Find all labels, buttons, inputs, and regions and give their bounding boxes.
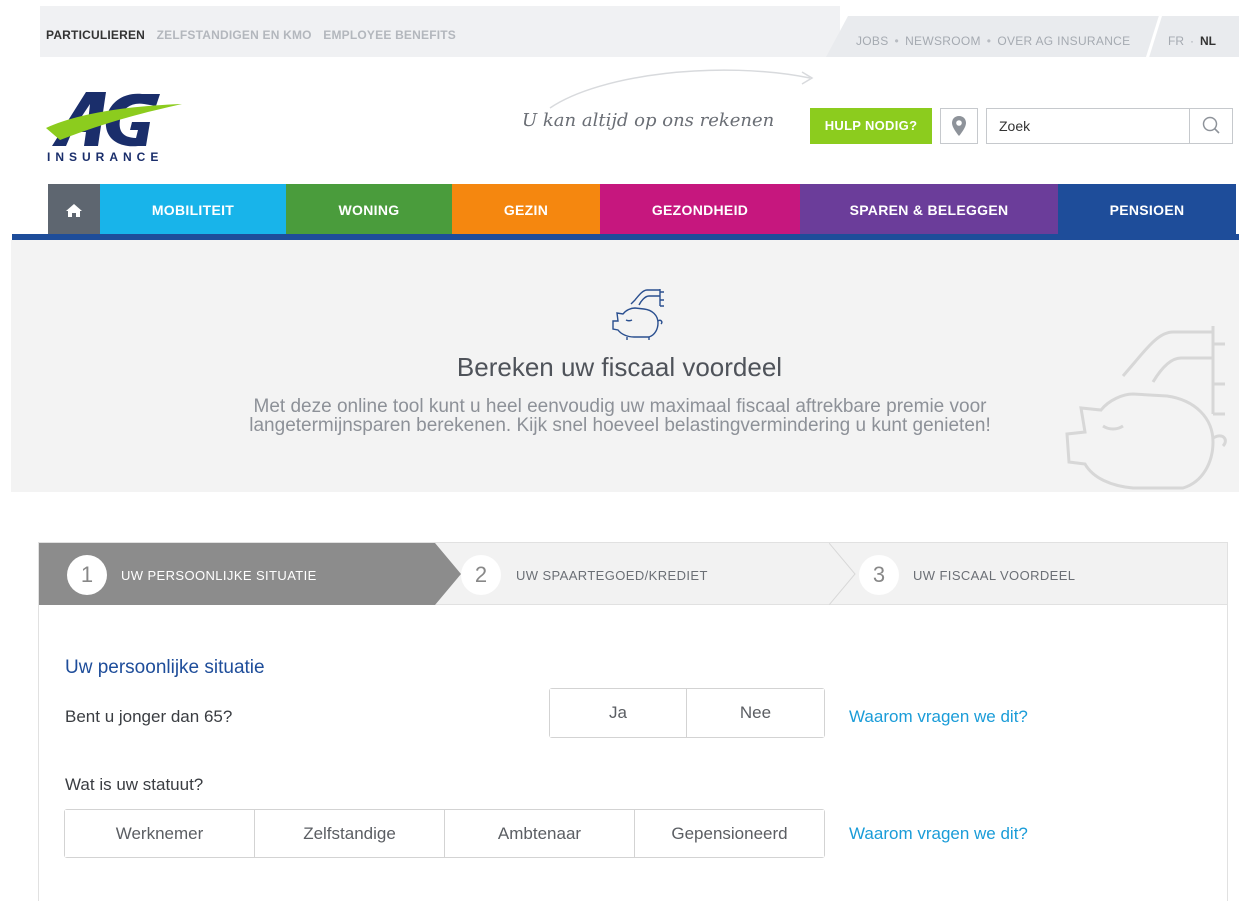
search-icon bbox=[1202, 116, 1220, 134]
corporate-link-newsroom[interactable]: NEWSROOM bbox=[905, 34, 981, 48]
status-toggle: Werknemer Zelfstandige Ambtenaar Gepensi… bbox=[64, 809, 825, 858]
step-2-label[interactable]: UW SPAARTEGOED/KREDIET bbox=[516, 568, 708, 583]
step-1-number: 1 bbox=[67, 555, 107, 595]
nav-sparen-beleggen[interactable]: SPAREN & BELEGGEN bbox=[800, 184, 1058, 234]
step-1-label[interactable]: UW PERSOONLIJKE SITUATIE bbox=[121, 568, 317, 583]
piggy-bank-icon bbox=[612, 289, 664, 340]
age-option-ja[interactable]: Ja bbox=[550, 689, 687, 737]
banner-description-line-1: Met deze online tool kunt u heel eenvoud… bbox=[253, 396, 987, 417]
corporate-link-over-ag[interactable]: OVER AG INSURANCE bbox=[997, 34, 1130, 48]
status-option-gepensioneerd[interactable]: Gepensioneerd bbox=[635, 810, 824, 857]
status-option-ambtenaar[interactable]: Ambtenaar bbox=[445, 810, 635, 857]
age-toggle: Ja Nee bbox=[549, 688, 825, 738]
segment-link-particulieren[interactable]: PARTICULIEREN bbox=[46, 28, 145, 42]
main-nav: MOBILITEIT WONING GEZIN GEZONDHEID SPARE… bbox=[48, 184, 1238, 234]
nav-home[interactable] bbox=[48, 184, 100, 234]
age-why-link[interactable]: Waarom vragen we dit? bbox=[849, 707, 1028, 727]
language-fr[interactable]: FR bbox=[1168, 34, 1184, 48]
step-divider-icon bbox=[829, 543, 856, 605]
top-bar: PARTICULIEREN ZELFSTANDIGEN EN KMO EMPLO… bbox=[0, 0, 1239, 57]
location-button[interactable] bbox=[940, 108, 978, 144]
segment-link-zelfstandigen[interactable]: ZELFSTANDIGEN EN KMO bbox=[157, 28, 312, 42]
banner-description: Met deze online tool kunt u heel eenvoud… bbox=[200, 397, 1040, 435]
step-3-number: 3 bbox=[859, 555, 899, 595]
location-pin-icon bbox=[952, 116, 966, 136]
logo-wordmark: INSURANCE bbox=[47, 150, 164, 164]
nav-pensioen[interactable]: PENSIOEN bbox=[1058, 184, 1236, 234]
corporate-link-jobs[interactable]: JOBS bbox=[856, 34, 889, 48]
slogan: U kan altijd op ons rekenen bbox=[522, 110, 775, 131]
search-input[interactable] bbox=[986, 108, 1190, 144]
search-button[interactable] bbox=[1189, 108, 1233, 144]
status-why-link[interactable]: Waarom vragen we dit? bbox=[849, 824, 1028, 844]
piggy-bank-watermark-icon bbox=[1065, 326, 1227, 490]
step-3-label[interactable]: UW FISCAAL VOORDEEL bbox=[913, 568, 1075, 583]
status-option-zelfstandige[interactable]: Zelfstandige bbox=[255, 810, 445, 857]
status-question-label: Wat is uw statuut? bbox=[65, 775, 204, 794]
banner-description-line-2: langetermijnsparen berekenen. Kijk snel … bbox=[249, 415, 991, 436]
home-icon bbox=[66, 204, 82, 217]
section-title: Uw persoonlijke situatie bbox=[65, 657, 265, 678]
segment-links: PARTICULIEREN ZELFSTANDIGEN EN KMO EMPLO… bbox=[46, 28, 464, 42]
nav-woning[interactable]: WONING bbox=[286, 184, 452, 234]
slogan-swoosh-icon bbox=[549, 69, 814, 109]
calculator-wizard: 1 UW PERSOONLIJKE SITUATIE 2 UW SPAARTEG… bbox=[38, 542, 1228, 901]
nav-gezin[interactable]: GEZIN bbox=[452, 184, 600, 234]
banner-title: Bereken uw fiscaal voordeel bbox=[456, 352, 783, 382]
corporate-links: JOBS • NEWSROOM • OVER AG INSURANCE bbox=[856, 34, 1131, 48]
step-2-number: 2 bbox=[461, 555, 501, 595]
age-question-label: Bent u jonger dan 65? bbox=[65, 707, 233, 726]
status-option-werknemer[interactable]: Werknemer bbox=[65, 810, 255, 857]
step-indicator: 1 UW PERSOONLIJKE SITUATIE 2 UW SPAARTEG… bbox=[39, 543, 1227, 605]
language-switch: FR · NL bbox=[1168, 34, 1216, 48]
segment-link-employee-benefits[interactable]: EMPLOYEE BENEFITS bbox=[323, 28, 456, 42]
help-button[interactable]: HULP NODIG? bbox=[810, 108, 932, 144]
nav-mobiliteit[interactable]: MOBILITEIT bbox=[100, 184, 286, 234]
age-option-nee[interactable]: Nee bbox=[687, 689, 824, 737]
language-nl[interactable]: NL bbox=[1200, 34, 1216, 48]
hero-banner: Bereken uw fiscaal voordeel Met deze onl… bbox=[11, 240, 1239, 492]
nav-gezondheid[interactable]: GEZONDHEID bbox=[600, 184, 800, 234]
